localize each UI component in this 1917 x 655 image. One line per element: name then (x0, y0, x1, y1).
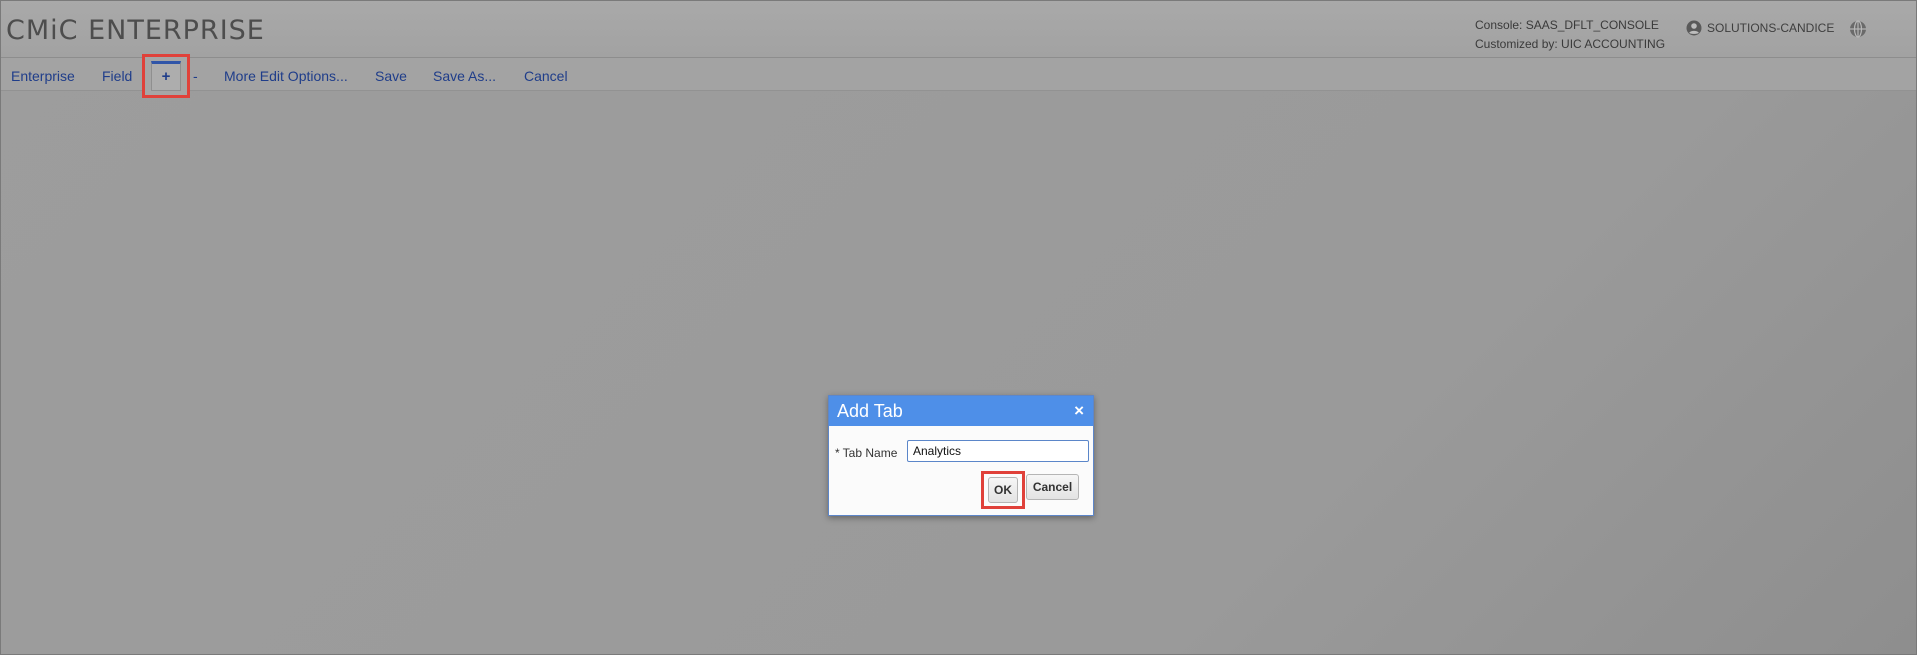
save-as-link[interactable]: Save As... (433, 68, 496, 84)
console-name: Console: SAAS_DFLT_CONSOLE (1475, 18, 1659, 32)
add-tab-button[interactable]: + (151, 61, 181, 91)
app-brand: CMiC ENTERPRISE (6, 15, 265, 46)
more-edit-options-link[interactable]: More Edit Options... (224, 68, 348, 84)
close-icon[interactable]: × (1074, 401, 1084, 421)
user-circle-icon (1686, 20, 1702, 36)
cancel-link[interactable]: Cancel (524, 68, 568, 84)
dialog-title-bar: Add Tab × (829, 396, 1093, 426)
customized-by: Customized by: UIC ACCOUNTING (1475, 37, 1666, 51)
globe-help-icon[interactable] (1849, 20, 1867, 38)
dialog-title: Add Tab (837, 401, 903, 421)
ok-button[interactable]: OK (988, 477, 1018, 503)
field-link[interactable]: Field (102, 68, 132, 84)
enterprise-link[interactable]: Enterprise (11, 68, 75, 84)
add-tab-highlight: + (142, 54, 190, 98)
add-tab-dialog: Add Tab × *Tab Name OK Cancel (828, 395, 1094, 516)
console-info: Console: SAAS_DFLT_CONSOLE Customized by… (1475, 16, 1665, 54)
user-name: SOLUTIONS-CANDICE (1707, 21, 1835, 35)
user-menu[interactable]: SOLUTIONS-CANDICE (1686, 20, 1834, 36)
edit-toolbar: Enterprise Field - More Edit Options... … (1, 58, 1916, 91)
tab-name-label-text: Tab Name (842, 446, 898, 460)
cancel-button[interactable]: Cancel (1026, 474, 1079, 500)
tab-name-label: * Tab Name (835, 446, 897, 460)
remove-tab-button[interactable]: - (193, 68, 198, 84)
save-link[interactable]: Save (375, 68, 407, 84)
app-header: CMiC ENTERPRISE Console: SAAS_DFLT_CONSO… (1, 1, 1916, 58)
required-marker: * (835, 446, 840, 460)
ok-highlight: OK (981, 471, 1025, 509)
tab-name-input[interactable] (907, 440, 1089, 462)
application-window: CMiC ENTERPRISE Console: SAAS_DFLT_CONSO… (0, 0, 1917, 655)
